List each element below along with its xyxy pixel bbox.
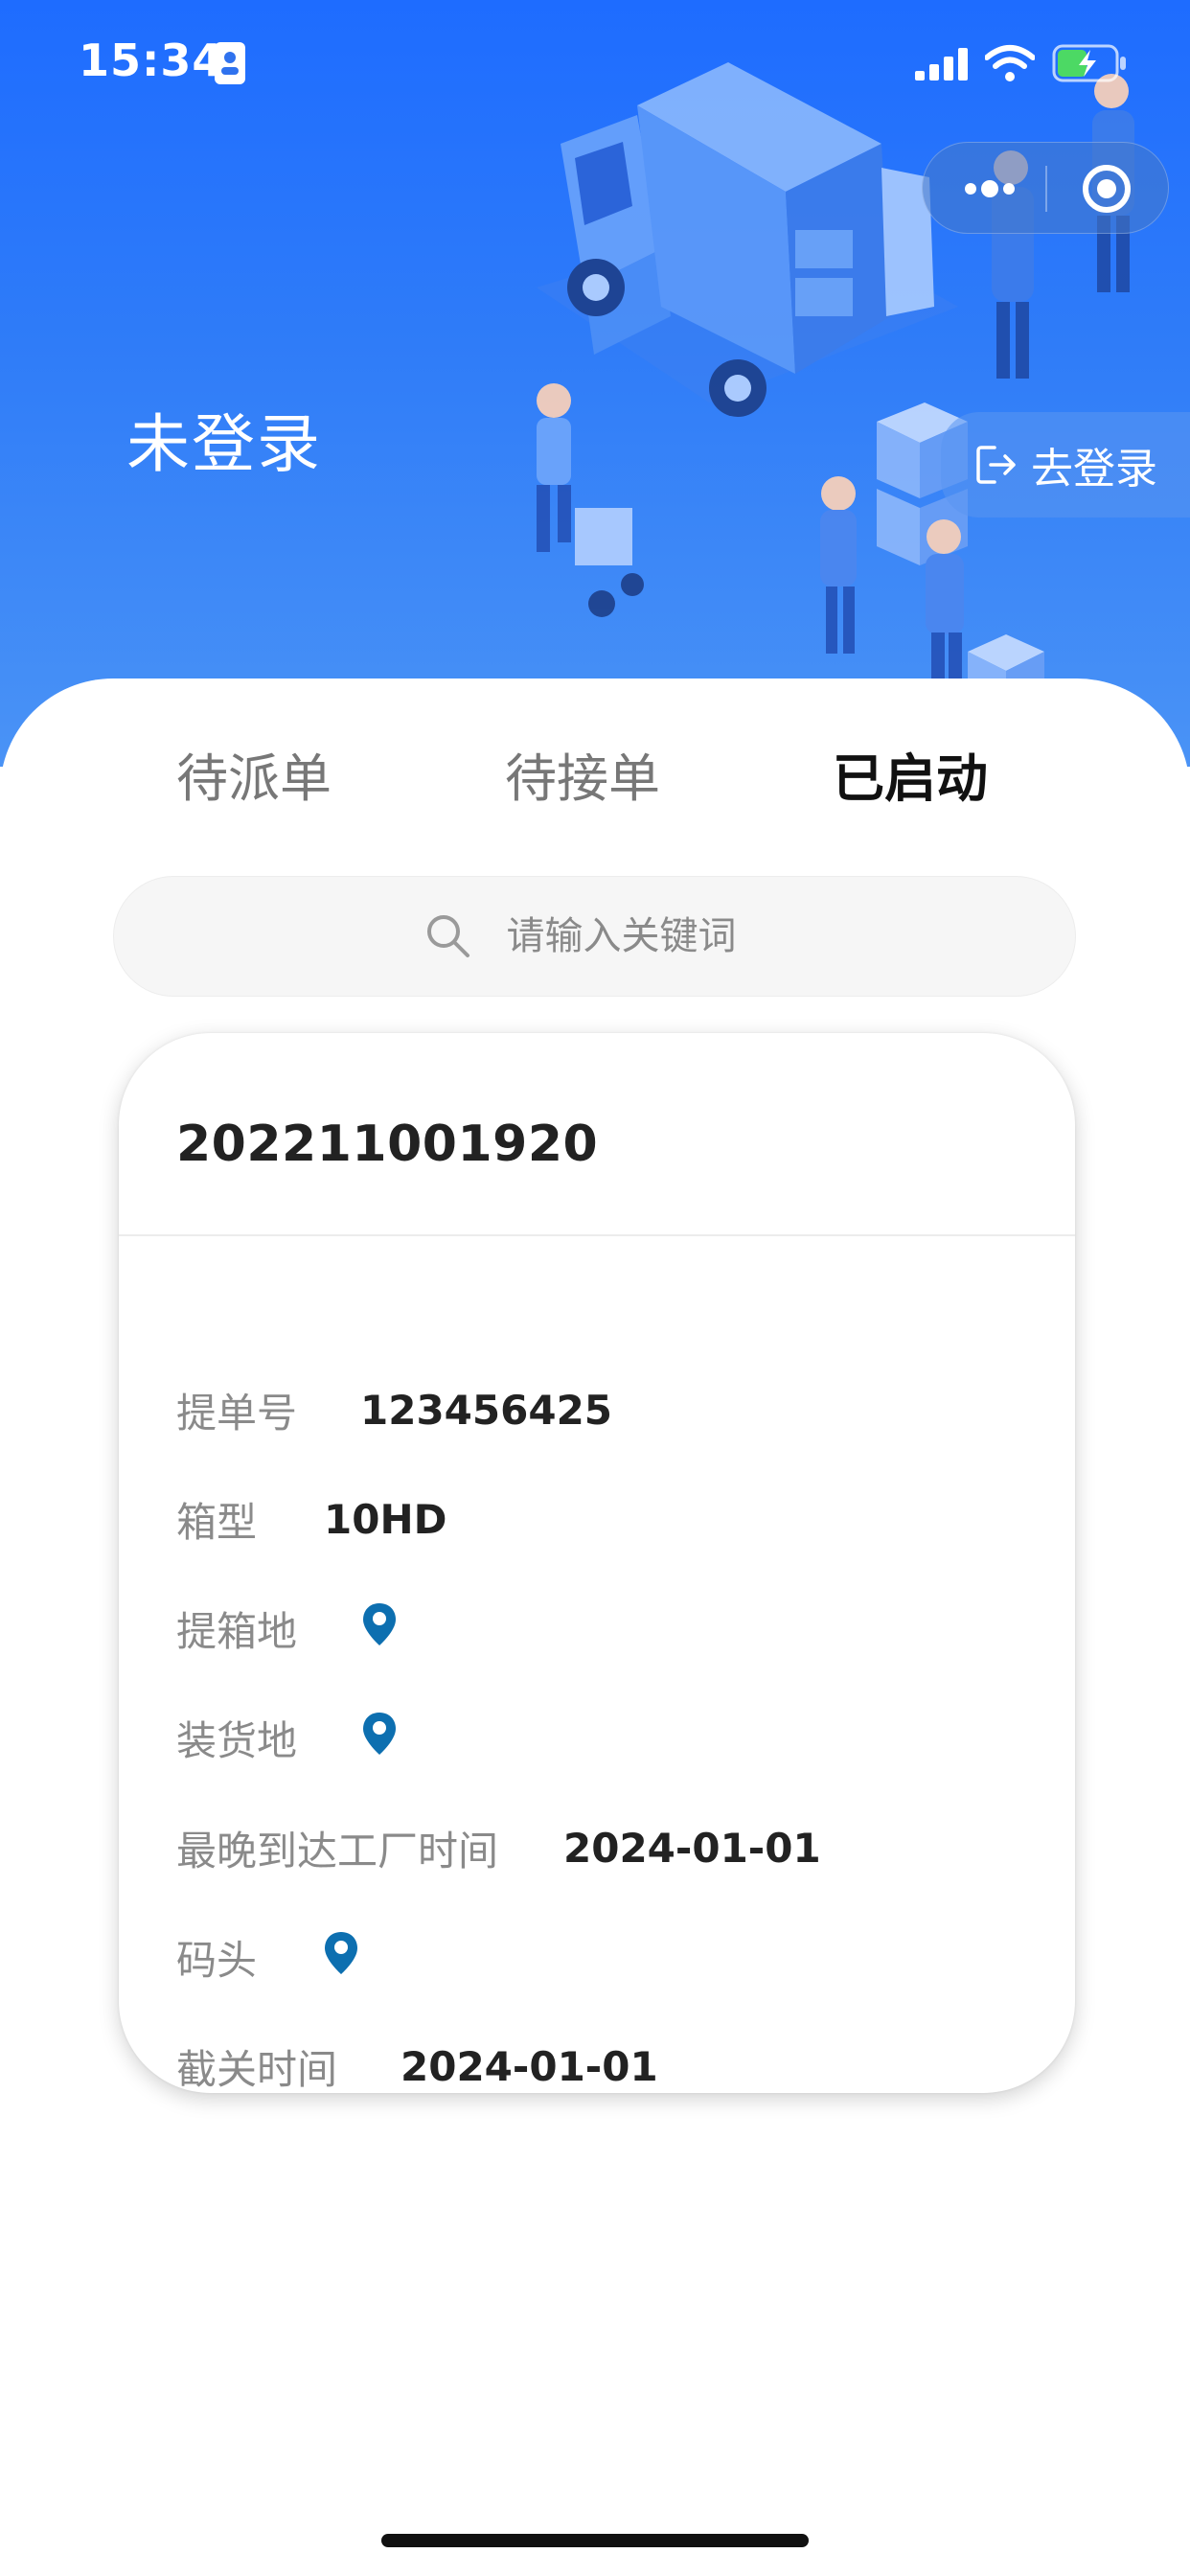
field-cutoff-time: 截关时间 2024-01-01 — [176, 2033, 658, 2093]
field-value: 2024-01-01 — [400, 2042, 658, 2090]
login-status-title: 未登录 — [126, 407, 322, 481]
tab-started[interactable]: 已启动 — [786, 736, 1035, 812]
field-label: 码头 — [176, 1936, 258, 1984]
order-number: 202211001920 — [176, 1116, 599, 1173]
location-pin-icon[interactable] — [360, 1711, 399, 1757]
status-time: 15:34 — [79, 34, 224, 86]
field-value: 2024-01-01 — [563, 1824, 821, 1872]
field-label: 箱型 — [176, 1498, 258, 1546]
search-icon — [426, 915, 469, 957]
login-button[interactable]: 去登录 — [941, 412, 1190, 518]
card-divider — [119, 1234, 1075, 1236]
status-bar: 15:34 — [0, 0, 1190, 129]
location-pin-icon[interactable] — [360, 1601, 399, 1647]
home-indicator — [381, 2534, 809, 2547]
search-bar[interactable] — [113, 876, 1076, 997]
signal-icon — [915, 48, 968, 80]
field-value: 10HD — [324, 1495, 447, 1543]
main-panel: 待派单 待接单 已启动 202211001920 提单号 123456425 箱… — [0, 678, 1190, 2576]
header-banner: 15:34 未登录 去登录 — [0, 0, 1190, 767]
contact-card-icon — [215, 42, 245, 84]
field-bill-no: 提单号 123456425 — [176, 1376, 612, 1443]
field-label: 最晚到达工厂时间 — [176, 1827, 499, 1874]
wifi-icon — [985, 45, 1035, 81]
field-label: 提箱地 — [176, 1607, 298, 1655]
login-button-label: 去登录 — [1031, 445, 1157, 494]
field-value: 123456425 — [360, 1386, 613, 1434]
capsule-divider — [1045, 166, 1047, 212]
tab-pending-dispatch[interactable]: 待派单 — [129, 736, 378, 812]
miniprogram-capsule — [922, 142, 1169, 234]
target-circle-icon[interactable] — [1080, 162, 1133, 216]
field-latest-arrival: 最晚到达工厂时间 2024-01-01 — [176, 1814, 821, 1881]
field-pickup-location: 提箱地 — [176, 1595, 399, 1662]
field-dock: 码头 — [176, 1923, 360, 1990]
tab-pending-accept[interactable]: 待接单 — [458, 736, 707, 812]
field-label: 截关时间 — [176, 2045, 338, 2093]
location-pin-icon[interactable] — [322, 1930, 360, 1976]
search-input[interactable] — [506, 914, 766, 958]
field-box-type: 箱型 10HD — [176, 1485, 446, 1552]
tab-bar: 待派单 待接单 已启动 — [0, 736, 1190, 910]
field-label: 提单号 — [176, 1389, 298, 1437]
logout-arrow-icon — [976, 446, 1016, 484]
field-loading-location: 装货地 — [176, 1704, 399, 1771]
field-label: 装货地 — [176, 1716, 298, 1764]
more-dots-icon[interactable] — [961, 172, 1018, 206]
battery-charging-icon — [1052, 44, 1126, 82]
order-card[interactable]: 202211001920 提单号 123456425 箱型 10HD 提箱地 装… — [119, 1033, 1075, 2093]
